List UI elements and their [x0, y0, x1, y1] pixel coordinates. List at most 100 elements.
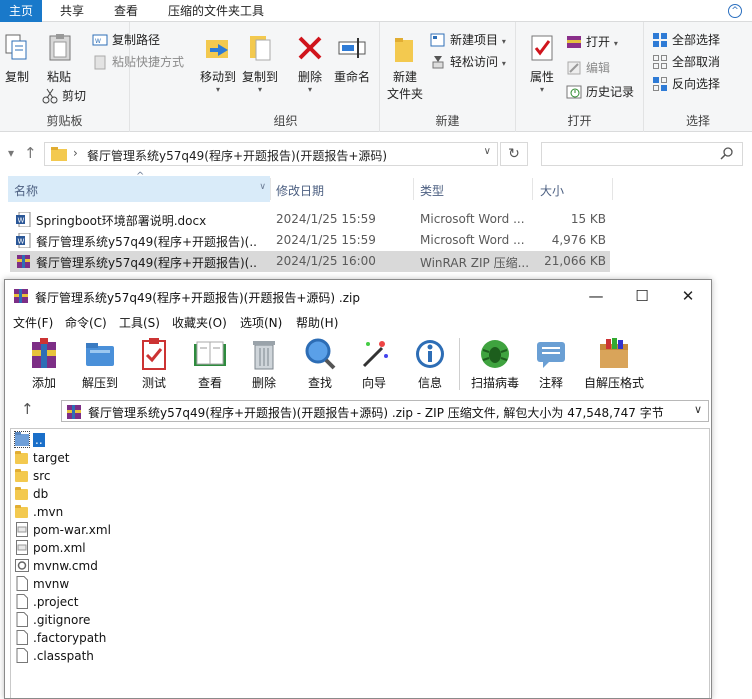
file-icon — [15, 630, 29, 645]
open-group-label: 打开 — [567, 114, 592, 128]
search-input[interactable] — [541, 142, 743, 166]
address-row: ▾ ↑ › 餐厅管理系统y57q49(程序+开题报告)(开题报告+源码) ∨ ↻ — [0, 132, 752, 176]
word-doc-icon: W — [16, 211, 31, 228]
dropdown-arrow-icon: ▾ — [501, 37, 506, 46]
name-column-header[interactable]: ^ 名称 ∨ — [8, 171, 270, 202]
up-one-level-icon[interactable]: ↑ — [21, 400, 34, 418]
archive-path-dropdown[interactable]: 餐厅管理系统y57q49(程序+开题报告)(开题报告+源码) .zip - ZI… — [61, 400, 709, 422]
paste-shortcut-button[interactable]: 粘贴快捷方式 — [92, 52, 184, 72]
delete-button[interactable]: 删除 ▾ — [292, 32, 328, 94]
copy-path-button[interactable]: W 复制路径 — [92, 30, 160, 50]
select-all-icon — [652, 32, 668, 48]
winrar-toolbar: 添加 解压到 测试 查看 删除 查找 向导 信息 扫描病毒 注释 自解压格式 — [5, 332, 711, 394]
chevron-down-icon: ∨ — [693, 403, 702, 416]
paste-button[interactable]: 粘贴 — [44, 32, 74, 85]
menu-tools[interactable]: 工具(S) — [119, 314, 160, 331]
properties-button[interactable]: 属性 ▾ — [522, 32, 562, 94]
view-button[interactable]: 查看 — [187, 336, 233, 391]
maximize-button[interactable]: ☐ — [619, 280, 665, 312]
modified-column-header[interactable]: 修改日期 — [276, 182, 324, 199]
collapse-ribbon-icon[interactable]: ^ — [728, 4, 742, 18]
column-dropdown-icon[interactable]: ∨ — [259, 182, 266, 192]
file-row[interactable]: W Springboot环境部署说明.docx 2024/1/25 15:59 … — [10, 209, 610, 230]
view-book-icon — [192, 336, 228, 372]
tab-compressed-folder-tools[interactable]: 压缩的文件夹工具 — [158, 0, 274, 22]
scan-virus-button[interactable]: 扫描病毒 — [467, 336, 523, 391]
tab-share[interactable]: 共享 — [50, 0, 94, 22]
copy-to-button[interactable]: 复制到 ▾ — [240, 32, 280, 94]
minimize-button[interactable]: — — [573, 280, 619, 312]
menu-commands[interactable]: 命令(C) — [65, 314, 107, 331]
menu-options[interactable]: 选项(N) — [240, 314, 282, 331]
file-name: 餐厅管理系统y57q49(程序+开题报告)(... — [36, 235, 258, 249]
address-dropdown-icon[interactable]: ∨ — [484, 146, 491, 157]
edit-button[interactable]: 编辑 — [566, 58, 610, 78]
new-folder-button[interactable]: 新建 文件夹 — [384, 32, 426, 102]
magnifier-icon — [302, 336, 338, 372]
maximize-icon: ☐ — [635, 287, 649, 305]
new-item-button[interactable]: 新建项目 ▾ — [430, 30, 506, 50]
winrar-window-title: 餐厅管理系统y57q49(程序+开题报告)(开题报告+源码) .zip — [35, 291, 360, 305]
cut-button[interactable]: 剪切 — [42, 86, 86, 106]
open-group: 属性 ▾ 打开 ▾ 编辑 历史记录 打开 — [516, 22, 644, 132]
test-button[interactable]: 测试 — [131, 336, 177, 391]
invert-selection-button[interactable]: 反向选择 — [652, 74, 720, 94]
file-type: Microsoft Word ... — [420, 212, 525, 226]
history-button[interactable]: 历史记录 — [566, 82, 634, 102]
easy-access-button[interactable]: 轻松访问 ▾ — [430, 52, 506, 72]
file-size: 15 KB — [570, 212, 606, 226]
find-button[interactable]: 查找 — [297, 336, 343, 391]
copy-button[interactable]: 复制 — [2, 32, 32, 85]
refresh-button[interactable]: ↻ — [500, 142, 528, 166]
move-to-button[interactable]: 移动到 ▾ — [198, 32, 238, 94]
type-column-header[interactable]: 类型 — [420, 182, 444, 199]
word-doc-icon: W — [16, 232, 31, 249]
file-size: 4,976 KB — [551, 233, 606, 247]
column-divider[interactable] — [532, 178, 533, 200]
winrar-menu-bar: 文件(F) 命令(C) 工具(S) 收藏夹(O) 选项(N) 帮助(H) — [5, 312, 711, 332]
recent-locations-icon[interactable]: ▾ — [8, 146, 14, 160]
file-name: Springboot环境部署说明.docx — [36, 214, 207, 228]
add-archive-icon — [26, 336, 62, 372]
copy-path-icon: W — [92, 32, 108, 48]
column-divider[interactable] — [413, 178, 414, 200]
select-all-button[interactable]: 全部选择 — [652, 30, 720, 50]
extract-to-button[interactable]: 解压到 — [75, 336, 125, 391]
file-row[interactable]: W 餐厅管理系统y57q49(程序+开题报告)(... 2024/1/25 15… — [10, 230, 610, 251]
column-divider[interactable] — [270, 178, 271, 200]
winrar-small-icon — [566, 34, 582, 50]
delete-archive-button[interactable]: 删除 — [241, 336, 287, 391]
clipboard-group: 复制 粘贴 W 复制路径 粘贴快捷方式 剪切 剪贴板 — [0, 22, 184, 132]
move-to-icon — [202, 32, 234, 64]
dropdown-arrow-icon: ▾ — [613, 39, 618, 48]
new-group: 新建 文件夹 新建项目 ▾ 轻松访问 ▾ 新建 — [380, 22, 516, 132]
open-button[interactable]: 打开 ▾ — [566, 32, 618, 52]
folder-icon — [15, 450, 29, 465]
menu-file[interactable]: 文件(F) — [13, 314, 53, 331]
winrar-title-bar[interactable]: 餐厅管理系统y57q49(程序+开题报告)(开题报告+源码) .zip — ☐ … — [5, 280, 711, 312]
column-header: ^ 名称 ∨ 修改日期 类型 大小 — [0, 171, 752, 202]
file-row-selected[interactable]: 餐厅管理系统y57q49(程序+开题报告)(... 2024/1/25 16:0… — [10, 251, 610, 272]
comment-button[interactable]: 注释 — [531, 336, 571, 391]
menu-help[interactable]: 帮助(H) — [296, 314, 338, 331]
copy-icon — [2, 32, 34, 64]
sfx-button[interactable]: 自解压格式 — [581, 336, 647, 391]
file-type: WinRAR ZIP 压缩... — [420, 256, 530, 270]
add-button[interactable]: 添加 — [19, 336, 69, 391]
wizard-button[interactable]: 向导 — [351, 336, 397, 391]
size-column-header[interactable]: 大小 — [540, 182, 564, 199]
close-button[interactable]: ✕ — [665, 280, 711, 312]
tab-view[interactable]: 查看 — [104, 0, 148, 22]
comment-icon — [533, 336, 569, 372]
column-divider[interactable] — [612, 178, 613, 200]
info-button[interactable]: 信息 — [407, 336, 453, 391]
up-arrow-icon[interactable]: ↑ — [24, 144, 37, 162]
address-bar[interactable]: › 餐厅管理系统y57q49(程序+开题报告)(开题报告+源码) ∨ — [44, 142, 498, 166]
tab-home[interactable]: 主页 — [0, 0, 42, 22]
file-icon — [15, 612, 29, 627]
select-none-button[interactable]: 全部取消 — [652, 52, 720, 72]
rename-button[interactable]: 重命名 — [332, 32, 372, 85]
breadcrumb-chevron-icon: › — [73, 146, 78, 160]
new-item-icon — [430, 32, 446, 48]
menu-favorites[interactable]: 收藏夹(O) — [172, 314, 227, 331]
